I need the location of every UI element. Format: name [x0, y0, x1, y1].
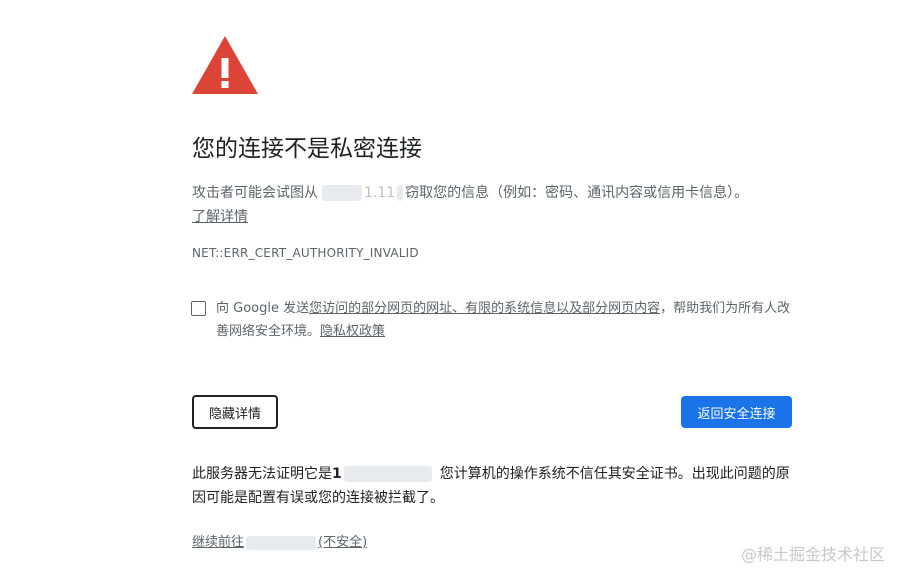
error-code: NET::ERR_CERT_AUTHORITY_INVALID	[192, 246, 419, 260]
warning-triangle-icon	[192, 36, 258, 94]
safe-browsing-text: 向 Google 发送您访问的部分网页的网址、有限的系统信息以及部分网页内容，帮…	[216, 297, 801, 343]
proceed-before: 继续前往	[192, 535, 245, 550]
redacted-proceed-host	[246, 535, 317, 550]
learn-more-link[interactable]: 了解详情	[192, 206, 248, 228]
redacted-details-host	[343, 466, 432, 482]
page-title: 您的连接不是私密连接	[192, 136, 422, 162]
proceed-after: (不安全)	[318, 535, 368, 550]
description-host-fragment: 1.11	[364, 185, 396, 201]
redacted-host	[322, 185, 362, 201]
details-before: 此服务器无法证明它是	[192, 466, 332, 482]
error-description: 攻击者可能会试图从 1.11 窃取您的信息（例如：密码、通讯内容或信用卡信息）。	[192, 182, 802, 204]
description-before: 攻击者可能会试图从	[192, 185, 318, 201]
details-text: 此服务器无法证明它是1 您计算机的操作系统不信任其安全证书。出现此问题的原因可能是…	[192, 462, 792, 510]
hide-details-button[interactable]: 隐藏详情	[192, 395, 278, 429]
safe-browsing-checkbox[interactable]	[191, 301, 206, 316]
watermark: @稀土掘金技术社区	[741, 545, 886, 564]
safe-browsing-prefix: 向 Google 发送	[216, 301, 310, 316]
redacted-host-tail	[397, 185, 404, 201]
safe-browsing-data-link[interactable]: 您访问的部分网页的网址、有限的系统信息以及部分网页内容	[309, 301, 660, 316]
privacy-policy-link[interactable]: 隐私权政策	[320, 324, 385, 339]
ssl-error-page: 您的连接不是私密连接 攻击者可能会试图从 1.11 窃取您的信息（例如：密码、通讯内…	[0, 0, 918, 584]
back-to-safety-button[interactable]: 返回安全连接	[681, 396, 792, 428]
description-after: 窃取您的信息（例如：密码、通讯内容或信用卡信息）。	[405, 185, 749, 201]
details-host-fragment: 1	[332, 466, 342, 482]
proceed-unsafe-link[interactable]: 继续前往 (不安全)	[192, 534, 367, 552]
